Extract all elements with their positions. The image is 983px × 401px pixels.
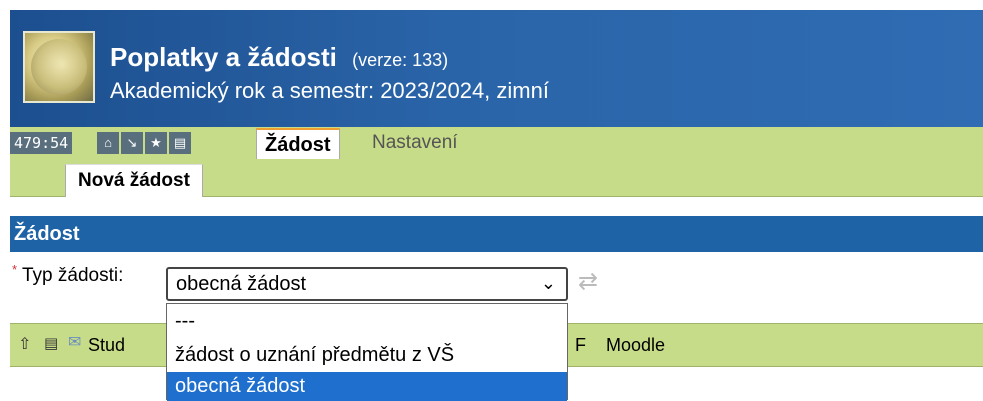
app-logo bbox=[23, 31, 95, 103]
footer-link-stud[interactable]: Stud bbox=[88, 335, 125, 356]
dropdown-option[interactable]: --- bbox=[167, 307, 567, 336]
dropdown-option-selected[interactable]: obecná žádost bbox=[167, 372, 567, 401]
star-icon[interactable]: ★ bbox=[144, 132, 167, 154]
chevron-down-icon: ⌄ bbox=[540, 273, 556, 293]
home-icon[interactable]: ⌂ bbox=[96, 132, 119, 154]
request-type-select[interactable]: obecná žádost ⌄ bbox=[166, 267, 568, 301]
refresh-icon[interactable]: ⇄ bbox=[578, 267, 598, 296]
footer-link-moodle[interactable]: Moodle bbox=[606, 335, 665, 356]
arrow-down-right-icon[interactable]: ↘ bbox=[120, 132, 143, 154]
request-type-dropdown: --- žádost o uznání předmětu z VŠ obecná… bbox=[166, 303, 568, 401]
required-marker: * bbox=[12, 262, 18, 277]
type-label: Typ žádosti: bbox=[22, 265, 124, 286]
tab-nastaveni[interactable]: Nastavení bbox=[372, 128, 458, 159]
page-title-text: Poplatky a žádosti bbox=[110, 42, 337, 72]
up-arrow-icon[interactable]: ⇧ bbox=[18, 334, 31, 354]
app-header: Poplatky a žádosti (verze: 133) Akademic… bbox=[10, 10, 983, 127]
mail-icon[interactable]: ✉ bbox=[68, 332, 81, 352]
academic-year-subtitle: Akademický rok a semestr: 2023/2024, zim… bbox=[110, 78, 549, 103]
page-title: Poplatky a žádosti (verze: 133) bbox=[110, 42, 448, 73]
subtab-nova-zadost[interactable]: Nová žádost bbox=[65, 164, 203, 197]
session-timer: 479:54 bbox=[10, 132, 73, 154]
tab-zadost[interactable]: Žádost bbox=[256, 128, 340, 159]
dropdown-option[interactable]: žádost o uznání předmětu z VŠ bbox=[167, 341, 567, 370]
print-icon[interactable]: ▤ bbox=[168, 132, 191, 154]
section-header: Žádost bbox=[10, 216, 983, 252]
footer-link-f[interactable]: F bbox=[575, 335, 586, 356]
version-label: (verze: 133) bbox=[352, 50, 449, 70]
subtabs-bar: Nová žádost bbox=[10, 160, 983, 197]
print-icon[interactable]: ▤ bbox=[44, 334, 58, 352]
main-toolbar: 479:54 ⌂ ↘ ★ ▤ Žádost Nastavení bbox=[10, 127, 983, 161]
request-type-value: obecná žádost bbox=[176, 273, 307, 295]
